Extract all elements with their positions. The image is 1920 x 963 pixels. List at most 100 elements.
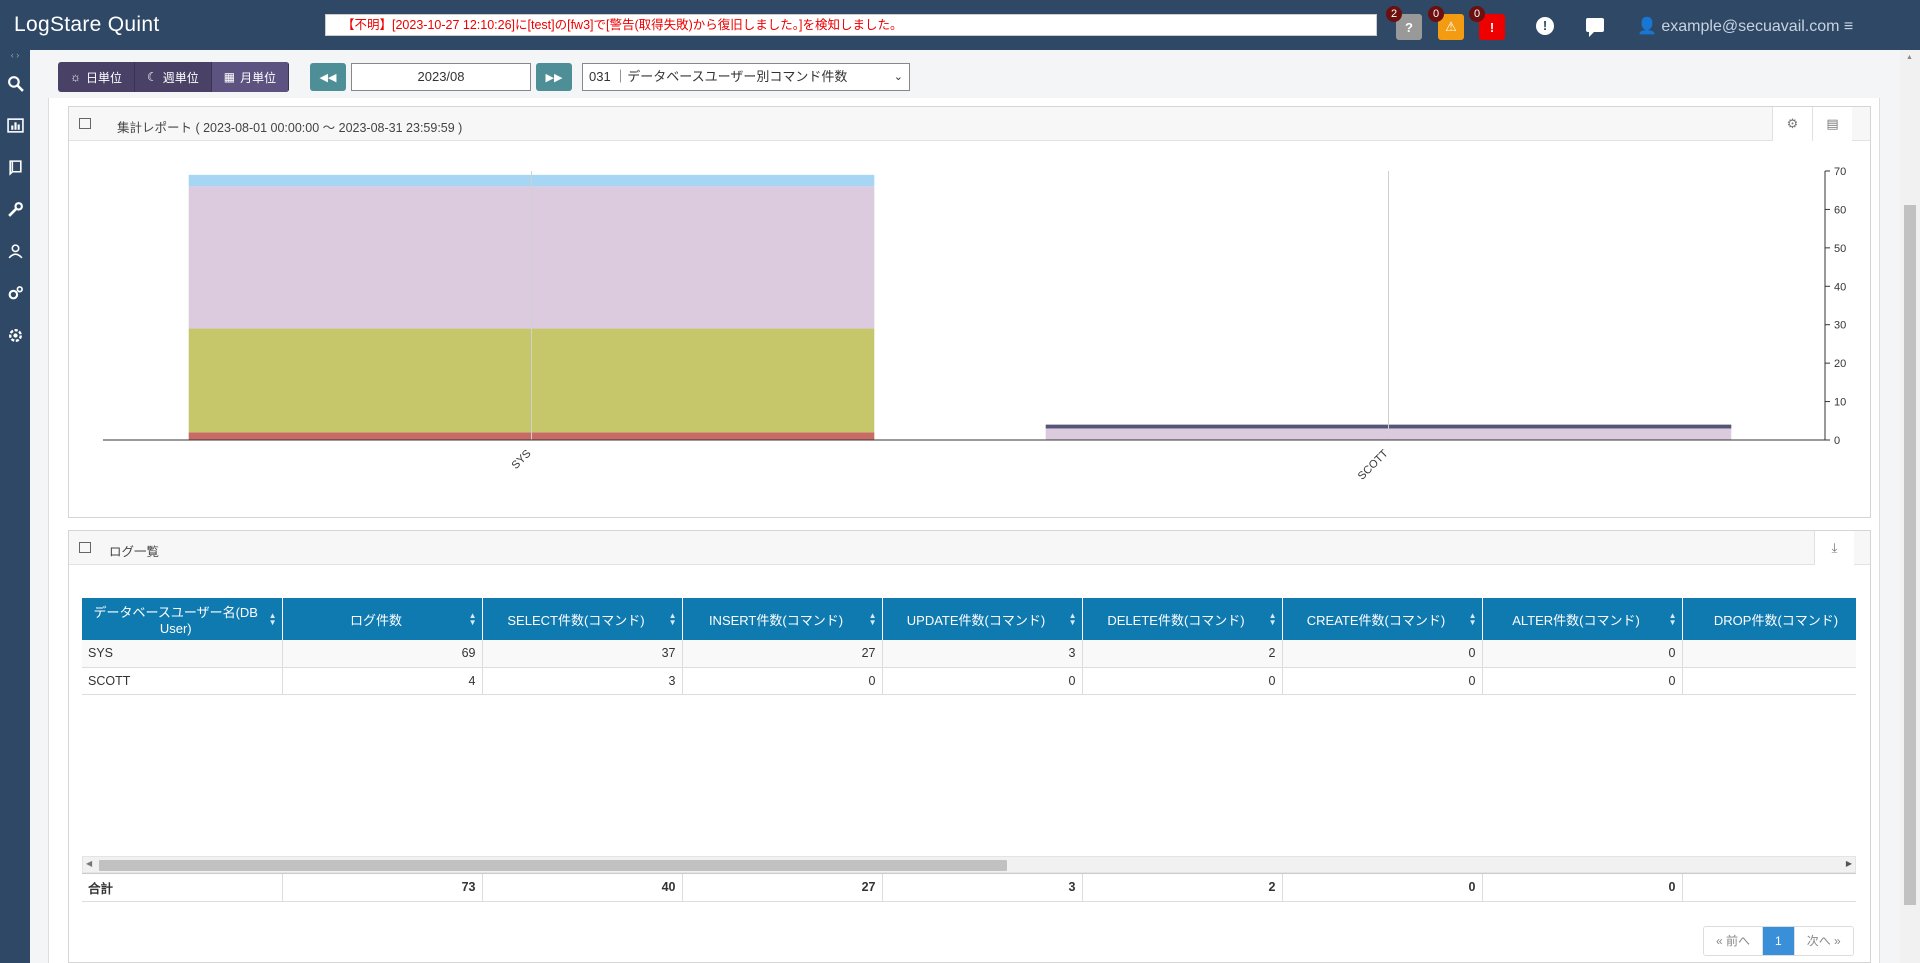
user-icon: 👤 bbox=[1637, 18, 1657, 35]
log-list-title: ログ一覧 bbox=[109, 545, 160, 559]
totals-cell: 3 bbox=[882, 874, 1083, 902]
column-header-label: DELETE件数(コマンド) bbox=[1107, 612, 1245, 628]
column-header[interactable]: ログ件数 ▲ ▼ bbox=[282, 598, 483, 640]
sidebar-item-settings-group[interactable] bbox=[0, 272, 30, 314]
column-header[interactable]: DELETE件数(コマンド) ▲ ▼ bbox=[1082, 598, 1283, 640]
column-header[interactable]: データベースユーザー名(DB User) ▲ ▼ bbox=[82, 598, 283, 640]
scroll-up-icon[interactable]: ▲ bbox=[1906, 54, 1913, 61]
book-icon bbox=[8, 159, 22, 176]
column-header-label: ALTER件数(コマンド) bbox=[1512, 612, 1640, 628]
scroll-left-icon[interactable]: ◀ bbox=[86, 859, 92, 868]
table-cell bbox=[1682, 667, 1856, 695]
notification-critical-button[interactable]: 0 ! bbox=[1469, 6, 1505, 40]
download-icon: ⤓ bbox=[1831, 540, 1838, 555]
previous-page-button[interactable]: « 前へ bbox=[1704, 927, 1764, 955]
pdf-icon: ▤ bbox=[1826, 116, 1839, 131]
sidebar-item-tools[interactable] bbox=[0, 188, 30, 230]
chat-icon[interactable] bbox=[1586, 18, 1604, 37]
y-tick-label: 60 bbox=[1834, 204, 1846, 216]
table-cell: 0 bbox=[1482, 640, 1683, 668]
sidebar-item-dashboard[interactable] bbox=[0, 104, 30, 146]
date-input[interactable]: 2023/08 bbox=[351, 63, 531, 91]
column-header-label: INSERT件数(コマンド) bbox=[708, 612, 844, 628]
vertical-scrollbar-thumb[interactable] bbox=[1904, 205, 1916, 905]
table-row[interactable]: SCOTT 4 3 0 0 0 0 0 bbox=[82, 667, 1856, 695]
sort-icon[interactable]: ▲ ▼ bbox=[1069, 612, 1077, 627]
app-title[interactable]: LogStare Quint bbox=[0, 13, 240, 37]
sort-icon[interactable]: ▲ ▼ bbox=[1469, 612, 1477, 627]
sort-icon[interactable]: ▲ ▼ bbox=[669, 612, 677, 627]
y-tick-label: 30 bbox=[1834, 320, 1846, 332]
y-tick-label: 10 bbox=[1834, 397, 1846, 409]
period-button-group: ☼ 日単位 ☾ 週単位 ▦ 月単位 bbox=[58, 62, 290, 92]
next-period-button[interactable]: ▶▶ bbox=[536, 63, 572, 91]
sidebar-item-users[interactable] bbox=[0, 230, 30, 272]
vertical-scrollbar[interactable]: ▲ bbox=[1900, 50, 1920, 963]
totals-cell: 0 bbox=[1482, 874, 1683, 902]
weekly-button[interactable]: ☾ 週単位 bbox=[135, 62, 212, 92]
table-row[interactable]: SYS 69 37 27 3 2 0 0 bbox=[82, 640, 1856, 668]
report-select[interactable]: 031 ｜データベースユーザー別コマンド件数 ⌄ bbox=[582, 63, 910, 91]
scrollbar-thumb[interactable] bbox=[99, 860, 1007, 871]
alert-banner[interactable]: 【不明】[2023-10-27 12:10:26]に[test]の[fw3]で[… bbox=[325, 14, 1377, 36]
sort-icon[interactable]: ▲ ▼ bbox=[869, 612, 877, 627]
chart-panel-title: 集計レポート ( 2023-08-01 00:00:00 ～ 2023-08-3… bbox=[117, 121, 463, 135]
column-header[interactable]: ALTER件数(コマンド) ▲ ▼ bbox=[1482, 598, 1683, 640]
totals-cell: 40 bbox=[482, 874, 683, 902]
search-icon bbox=[7, 75, 24, 92]
sun-icon: ☼ bbox=[70, 70, 81, 84]
horizontal-scrollbar[interactable]: ◀ ▶ bbox=[82, 856, 1856, 873]
column-header[interactable]: INSERT件数(コマンド) ▲ ▼ bbox=[682, 598, 883, 640]
monthly-button[interactable]: ▦ 月単位 bbox=[211, 62, 290, 92]
table-cell: 69 bbox=[282, 640, 483, 668]
notification-warning-count: 0 bbox=[1428, 6, 1444, 22]
next-page-button[interactable]: 次へ » bbox=[1794, 927, 1853, 955]
report-select-value: 031 ｜データベースユーザー別コマンド件数 bbox=[589, 69, 848, 84]
table-cell: 3 bbox=[882, 640, 1083, 668]
weekly-label: 週単位 bbox=[162, 70, 199, 85]
sidebar-toggle[interactable]: ‹ › bbox=[0, 50, 30, 62]
column-header-label: UPDATE件数(コマンド) bbox=[906, 612, 1046, 628]
column-header-label: SELECT件数(コマンド) bbox=[507, 612, 645, 628]
table-cell: 0 bbox=[1482, 667, 1683, 695]
notification-unknown-count: 2 bbox=[1386, 6, 1402, 22]
download-button[interactable]: ⤓ bbox=[1814, 531, 1854, 565]
column-header[interactable]: DROP件数(コマンド)▲▼ bbox=[1682, 598, 1856, 640]
column-header[interactable]: SELECT件数(コマンド) ▲ ▼ bbox=[482, 598, 683, 640]
user-menu[interactable]: 👤 example@secuavail.com ≡ bbox=[1637, 16, 1853, 36]
log-table: データベースユーザー名(DB User) ▲ ▼ ログ件数 ▲ ▼ SELECT件数(コマン… bbox=[82, 598, 1856, 695]
table-cell: SYS bbox=[82, 640, 283, 668]
sort-icon[interactable]: ▲ ▼ bbox=[1669, 612, 1677, 627]
chart-icon bbox=[79, 118, 91, 129]
column-header[interactable]: CREATE件数(コマンド) ▲ ▼ bbox=[1282, 598, 1483, 640]
notification-unknown-button[interactable]: 2 ? bbox=[1386, 6, 1422, 40]
column-header[interactable]: UPDATE件数(コマンド) ▲ ▼ bbox=[882, 598, 1083, 640]
table-cell: 0 bbox=[882, 667, 1083, 695]
scroll-right-icon[interactable]: ▶ bbox=[1846, 859, 1852, 868]
daily-button[interactable]: ☼ 日単位 bbox=[58, 62, 136, 92]
sort-icon[interactable]: ▲ ▼ bbox=[1269, 612, 1277, 627]
info-icon[interactable]: ! bbox=[1536, 17, 1554, 35]
totals-cell bbox=[1682, 874, 1856, 902]
table-cell: 37 bbox=[482, 640, 683, 668]
sidebar-item-reports[interactable] bbox=[0, 146, 30, 188]
sidebar-item-settings[interactable] bbox=[0, 314, 30, 356]
y-tick-label: 50 bbox=[1834, 243, 1846, 255]
sort-icon[interactable]: ▲ ▼ bbox=[469, 612, 477, 627]
x-tick-label: SYS bbox=[510, 448, 534, 472]
stacked-bar-chart: SYS SCOTT 0 10 20 30 40 50 60 70 bbox=[103, 166, 1846, 482]
table-cell: 0 bbox=[1282, 640, 1483, 668]
sort-icon[interactable]: ▲ ▼ bbox=[269, 612, 277, 627]
monthly-label: 月単位 bbox=[240, 70, 277, 85]
pdf-export-button[interactable]: ▤ bbox=[1812, 107, 1852, 141]
sidebar-item-search[interactable] bbox=[0, 62, 30, 104]
previous-period-button[interactable]: ◀◀ bbox=[310, 63, 346, 91]
page-1-button[interactable]: 1 bbox=[1763, 927, 1795, 955]
table-cell bbox=[1682, 640, 1856, 668]
table-cell: 0 bbox=[1082, 667, 1283, 695]
chart-settings-button[interactable]: ⚙ bbox=[1772, 107, 1812, 141]
column-header-label: ログ件数 bbox=[349, 612, 402, 628]
chart-icon bbox=[6, 117, 24, 133]
notification-warning-button[interactable]: 0 ⚠ bbox=[1428, 6, 1464, 40]
chevron-down-icon: ⌄ bbox=[893, 71, 903, 83]
